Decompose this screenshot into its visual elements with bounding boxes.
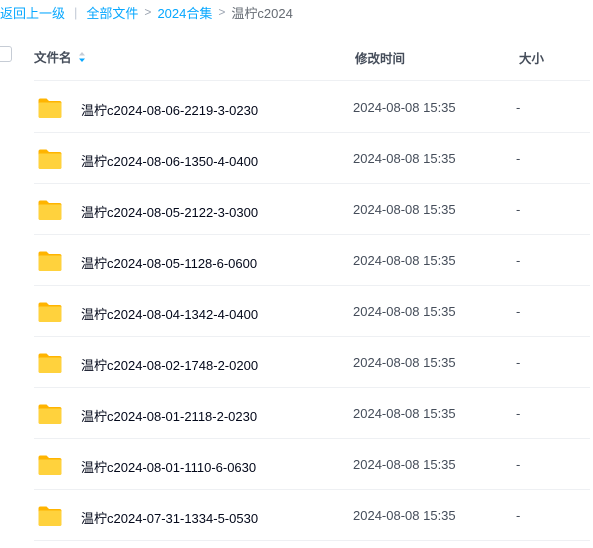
file-mtime: 2024-08-08 15:35 bbox=[353, 100, 456, 115]
file-size: - bbox=[516, 406, 521, 421]
file-name[interactable]: 温柠c2024-08-05-2122-3-0300 bbox=[81, 202, 258, 221]
breadcrumb: 返回上一级 | 全部文件 > 2024合集 > 温柠c2024 bbox=[0, 0, 293, 24]
column-header-name-label: 文件名 bbox=[34, 51, 72, 65]
file-size: - bbox=[516, 304, 521, 319]
file-mtime: 2024-08-08 15:35 bbox=[353, 202, 456, 217]
file-name[interactable]: 温柠c2024-08-06-1350-4-0400 bbox=[81, 151, 258, 170]
file-size: - bbox=[516, 253, 521, 268]
column-header-size[interactable]: 大小 bbox=[519, 48, 544, 67]
file-name[interactable]: 温柠c2024-08-01-2118-2-0230 bbox=[81, 406, 257, 425]
file-name[interactable]: 温柠c2024-08-02-1748-2-0200 bbox=[81, 355, 258, 374]
file-size: - bbox=[516, 151, 521, 166]
breadcrumb-2024-collection[interactable]: 2024合集 bbox=[157, 3, 212, 22]
folder-icon bbox=[37, 199, 63, 221]
back-link[interactable]: 返回上一级 bbox=[0, 3, 65, 22]
file-name[interactable]: 温柠c2024-08-05-1128-6-0600 bbox=[81, 253, 257, 272]
file-mtime: 2024-08-08 15:35 bbox=[353, 304, 456, 319]
file-mtime: 2024-08-08 15:35 bbox=[353, 457, 456, 472]
breadcrumb-all-files[interactable]: 全部文件 bbox=[86, 3, 138, 22]
file-size: - bbox=[516, 202, 521, 217]
divider bbox=[34, 80, 590, 81]
column-header-name[interactable]: 文件名 bbox=[34, 47, 86, 66]
file-row[interactable]: 温柠c2024-08-05-2122-3-0300 2024-08-08 15:3… bbox=[0, 184, 593, 235]
file-name[interactable]: 温柠c2024-07-31-1334-5-0530 bbox=[81, 508, 258, 527]
folder-icon bbox=[37, 301, 63, 323]
file-size: - bbox=[516, 355, 521, 370]
file-mtime: 2024-08-08 15:35 bbox=[353, 151, 456, 166]
folder-icon bbox=[37, 505, 63, 527]
file-name[interactable]: 温柠c2024-08-01-1110-6-0630 bbox=[81, 457, 256, 476]
chevron-right-icon: > bbox=[144, 5, 152, 19]
file-row[interactable]: 温柠c2024-08-02-1748-2-0200 2024-08-08 15:3… bbox=[0, 337, 593, 388]
file-mtime: 2024-08-08 15:35 bbox=[353, 355, 456, 370]
folder-icon bbox=[37, 148, 63, 170]
file-size: - bbox=[516, 457, 521, 472]
folder-icon bbox=[37, 403, 63, 425]
chevron-right-icon: > bbox=[218, 5, 226, 19]
file-row[interactable]: 温柠c2024-08-05-1128-6-0600 2024-08-08 15:3… bbox=[0, 235, 593, 286]
file-mtime: 2024-08-08 15:35 bbox=[353, 253, 456, 268]
file-list-header: 文件名 修改时间 大小 bbox=[0, 36, 593, 74]
file-row[interactable]: 温柠c2024-07-31-1334-5-0530 2024-08-08 15:3… bbox=[0, 490, 593, 541]
file-row[interactable]: 温柠c2024-08-04-1342-4-0400 2024-08-08 15:3… bbox=[0, 286, 593, 337]
breadcrumb-current: 温柠c2024 bbox=[231, 5, 293, 21]
file-row[interactable]: 温柠c2024-08-06-1350-4-0400 2024-08-08 15:3… bbox=[0, 133, 593, 184]
folder-icon bbox=[37, 250, 63, 272]
sort-icon[interactable] bbox=[78, 51, 86, 63]
breadcrumb-divider: | bbox=[74, 4, 78, 20]
file-browser: 返回上一级 | 全部文件 > 2024合集 > 温柠c2024 文件名 修改时间… bbox=[0, 0, 593, 548]
file-name[interactable]: 温柠c2024-08-06-2219-3-0230 bbox=[81, 100, 258, 119]
file-mtime: 2024-08-08 15:35 bbox=[353, 406, 456, 421]
folder-icon bbox=[37, 454, 63, 476]
file-size: - bbox=[516, 100, 521, 115]
file-size: - bbox=[516, 508, 521, 523]
file-name[interactable]: 温柠c2024-08-04-1342-4-0400 bbox=[81, 304, 258, 323]
folder-icon bbox=[37, 352, 63, 374]
file-row[interactable]: 温柠c2024-08-06-2219-3-0230 2024-08-08 15:3… bbox=[0, 82, 593, 133]
folder-icon bbox=[37, 97, 63, 119]
select-all-checkbox[interactable] bbox=[0, 46, 12, 62]
file-mtime: 2024-08-08 15:35 bbox=[353, 508, 456, 523]
column-header-mtime[interactable]: 修改时间 bbox=[355, 48, 405, 67]
file-row[interactable]: 温柠c2024-08-01-1110-6-0630 2024-08-08 15:3… bbox=[0, 439, 593, 490]
file-row[interactable]: 温柠c2024-08-01-2118-2-0230 2024-08-08 15:3… bbox=[0, 388, 593, 439]
file-list: 温柠c2024-08-06-2219-3-0230 2024-08-08 15:3… bbox=[0, 82, 593, 541]
